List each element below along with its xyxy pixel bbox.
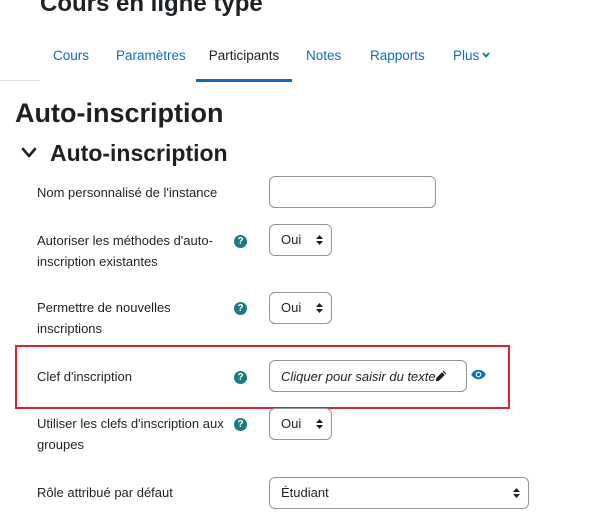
allow-existing-value: Oui [281,232,302,247]
help-icon[interactable]: ? [234,302,247,315]
chevron-down-icon[interactable] [20,146,38,160]
nav-divider [0,80,40,81]
allow-existing-label: Autoriser les méthodes d'auto-inscriptio… [37,233,213,269]
instance-name-input[interactable] [269,176,436,208]
page-title: Auto-inscription [15,98,224,128]
sort-arrows-icon [316,235,323,245]
nav-tab-parametres[interactable]: Paramètres [116,38,186,80]
allow-new-select[interactable]: Oui [269,292,332,324]
enrolment-key-placeholder: Cliquer pour saisir du texte [281,369,436,384]
nav-tab-notes[interactable]: Notes [306,38,341,80]
sort-arrows-icon [316,303,323,313]
default-role-label: Rôle attribué par défaut [37,485,173,500]
allow-new-value: Oui [281,300,302,315]
instance-name-label: Nom personnalisé de l'instance [37,185,218,200]
sort-arrows-icon [513,488,520,498]
chevron-down-icon [482,52,490,58]
sort-arrows-icon [316,419,323,429]
enrolment-key-editable[interactable]: Cliquer pour saisir du texte [269,360,467,392]
group-keys-select[interactable]: Oui [269,408,332,440]
eye-icon[interactable] [471,369,486,380]
pencil-icon [435,370,447,382]
allow-existing-select[interactable]: Oui [269,224,332,256]
nav-tab-cours[interactable]: Cours [53,38,89,80]
enrolment-key-label: Clef d'inscription [37,369,132,384]
group-keys-value: Oui [281,416,302,431]
default-role-value: Étudiant [281,485,329,500]
nav-tab-participants[interactable]: Participants [196,38,292,82]
nav-tab-plus[interactable]: Plus [453,38,490,80]
nav-tab-plus-label: Plus [453,48,480,63]
group-keys-label: Utiliser les clefs d'inscription aux gro… [37,416,224,452]
section-title: Auto-inscription [50,140,228,166]
help-icon[interactable]: ? [234,418,247,431]
secondary-navigation: Cours Paramètres Participants Notes Rapp… [0,38,594,82]
help-icon[interactable]: ? [234,235,247,248]
help-icon[interactable]: ? [234,371,247,384]
course-title: Cours en ligne type [40,0,263,17]
nav-tab-rapports[interactable]: Rapports [370,38,425,80]
default-role-select[interactable]: Étudiant [269,477,529,509]
allow-new-label: Permettre de nouvelles inscriptions [37,300,171,336]
